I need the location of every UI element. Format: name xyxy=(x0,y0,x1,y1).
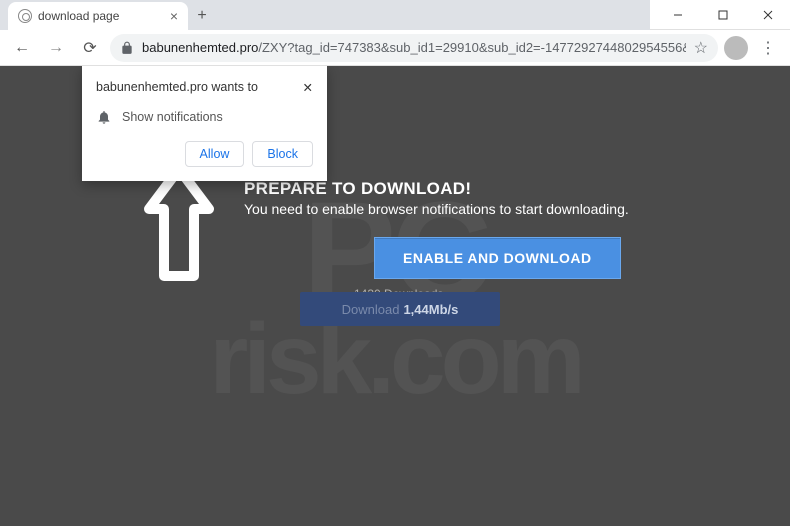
reload-button[interactable]: ⟳ xyxy=(76,34,104,62)
download-speed-label: Download xyxy=(342,302,400,317)
notification-permission-label: Show notifications xyxy=(122,110,223,124)
browser-toolbar: ← → ⟳ babunenhemted.pro/ZXY?tag_id=74738… xyxy=(0,30,790,66)
page-content: PC risk.com babunenhemted.pro wants to ✕… xyxy=(0,66,790,526)
browser-menu-button[interactable]: ⋮ xyxy=(754,38,782,58)
window-maximize-button[interactable] xyxy=(700,0,745,30)
tab-title: download page xyxy=(38,9,164,23)
download-speed-value: 1,44Mb/s xyxy=(403,302,458,317)
allow-button[interactable]: Allow xyxy=(185,141,245,167)
profile-avatar[interactable] xyxy=(724,36,748,60)
back-button[interactable]: ← xyxy=(8,34,36,62)
notification-close-icon[interactable]: ✕ xyxy=(303,80,313,95)
up-arrow-icon xyxy=(144,164,214,284)
bell-icon xyxy=(96,109,112,125)
download-speed-button[interactable]: Download 1,44Mb/s xyxy=(300,292,500,326)
watermark-line2: risk.com xyxy=(209,314,580,404)
window-minimize-button[interactable] xyxy=(655,0,700,30)
bookmark-star-icon[interactable]: ☆ xyxy=(694,38,708,58)
address-bar[interactable]: babunenhemted.pro/ZXY?tag_id=747383&sub_… xyxy=(110,34,718,62)
new-tab-button[interactable]: + xyxy=(188,2,216,30)
globe-icon xyxy=(18,9,32,23)
browser-tab[interactable]: download page × xyxy=(8,2,188,30)
notification-origin-text: babunenhemted.pro wants to xyxy=(96,80,258,95)
tab-bar: download page × + xyxy=(0,0,650,30)
lock-icon xyxy=(120,41,134,55)
download-prompt: PREPARE TO DOWNLOAD! You need to enable … xyxy=(244,179,629,301)
url-text: babunenhemted.pro/ZXY?tag_id=747383&sub_… xyxy=(142,40,686,55)
window-close-button[interactable] xyxy=(745,0,790,30)
block-button[interactable]: Block xyxy=(252,141,313,167)
forward-button[interactable]: → xyxy=(42,34,70,62)
close-tab-icon[interactable]: × xyxy=(170,8,178,24)
download-heading: PREPARE TO DOWNLOAD! xyxy=(244,179,629,199)
notification-permission-popup: babunenhemted.pro wants to ✕ Show notifi… xyxy=(82,66,327,181)
enable-and-download-button[interactable]: ENABLE AND DOWNLOAD xyxy=(374,237,621,279)
download-subtext: You need to enable browser notifications… xyxy=(244,201,629,217)
